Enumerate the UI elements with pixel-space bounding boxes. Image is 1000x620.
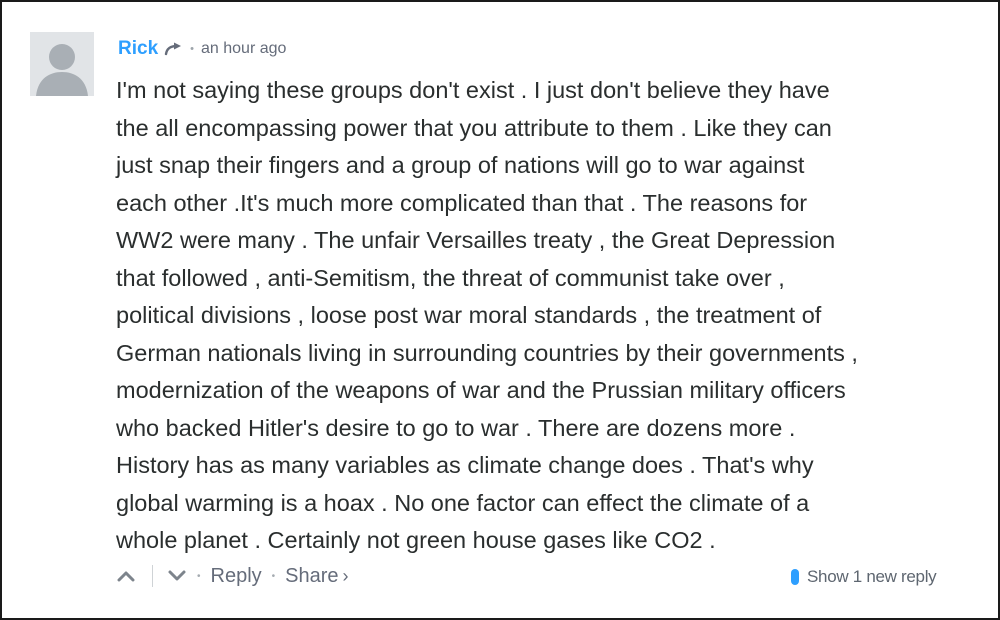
arrow-right-icon (164, 42, 184, 56)
default-avatar-icon (30, 32, 94, 96)
downvote-button[interactable] (167, 569, 187, 583)
timestamp[interactable]: an hour ago (201, 40, 286, 58)
share-button[interactable]: Share (285, 565, 338, 588)
avatar[interactable] (30, 32, 94, 96)
comment-line: global warming is a hoax . No one factor… (116, 489, 810, 516)
comment-line: I'm not saying these groups don't exist … (116, 77, 830, 103)
comment-line: just snap their fingers and a group of n… (116, 152, 805, 178)
comment-line: political divisions , loose post war mor… (116, 302, 822, 328)
comment-line: each other .It's much more complicated t… (116, 189, 808, 216)
action-separator: • (271, 570, 276, 582)
comment-line: modernization of the weapons of war and … (116, 377, 846, 403)
comment-line: WW2 were many . The unfair Versailles tr… (116, 227, 836, 253)
chevron-down-icon (168, 570, 186, 581)
chevron-right-icon: › (342, 565, 349, 586)
action-separator: • (197, 570, 201, 582)
show-new-reply-label: Show 1 new reply (807, 567, 937, 586)
comment-line: that followed , anti-Semitism, the threa… (116, 264, 785, 291)
comment-meta: Rick • an hour ago (118, 36, 286, 62)
show-new-reply-button[interactable]: Show 1 new reply (791, 564, 937, 590)
comment-line: German nationals living in surrounding c… (116, 339, 858, 366)
comment-line: who backed Hitler's desire to go to war … (116, 414, 796, 441)
comment-line: whole planet . Certainly not green house… (116, 527, 716, 553)
comment-body: I'm not saying these groups don't exist … (116, 72, 976, 560)
comment-card: Rick • an hour ago I'm not saying these … (0, 0, 1000, 620)
meta-separator: • (190, 43, 194, 55)
comment-line: the all encompassing power that you attr… (116, 114, 832, 141)
chevron-up-icon (117, 571, 135, 582)
upvote-button[interactable] (116, 569, 136, 583)
author-name[interactable]: Rick (118, 38, 158, 60)
new-reply-indicator (791, 569, 799, 585)
reply-button[interactable]: Reply (211, 565, 262, 588)
comment-line: History has as many variables as climate… (116, 452, 814, 478)
vote-divider (152, 565, 153, 587)
